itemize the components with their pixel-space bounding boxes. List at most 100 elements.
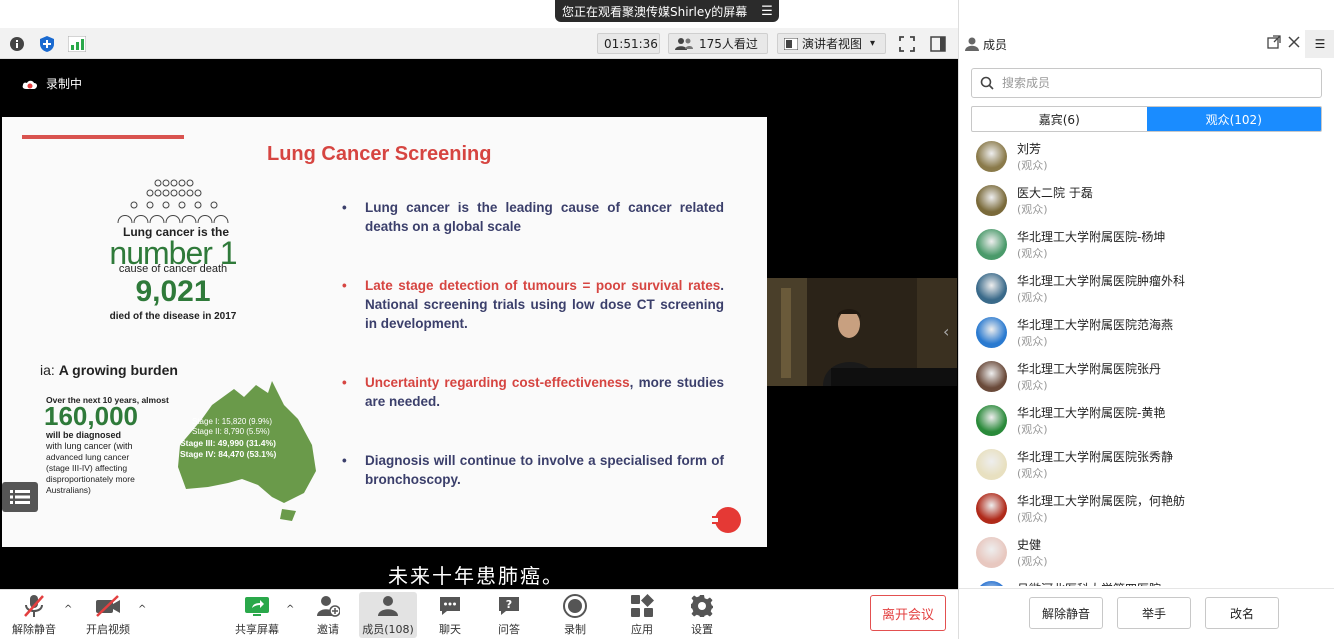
panel-header: 成员 ☰: [959, 30, 1334, 58]
invite-button[interactable]: 邀请: [300, 592, 356, 638]
list-icon[interactable]: ☰: [755, 4, 779, 19]
member-item[interactable]: 华北理工大学附属医院张丹 (观众): [959, 358, 1334, 402]
member-search[interactable]: [971, 68, 1322, 98]
start-video-label: 开启视频: [86, 623, 130, 636]
bullet-2-highlight: Late stage detection of tumours = poor s…: [365, 278, 721, 293]
leave-meeting-button[interactable]: 离开会议: [870, 595, 946, 631]
meeting-toolbar: 01:51:36 175人看过 演讲者视图 ▾: [0, 28, 958, 59]
microphone-muted-icon: [20, 592, 48, 620]
share-screen-button[interactable]: 共享屏幕: [229, 592, 285, 638]
avatar: [976, 405, 1007, 436]
info-icon[interactable]: [8, 35, 26, 53]
burden-heading: ia: A growing burden: [40, 362, 178, 378]
members-button[interactable]: 成员(108): [359, 592, 417, 638]
viewer-count-label: 175人看过: [699, 37, 758, 51]
burden-line6: Australians): [46, 485, 91, 495]
view-mode-dropdown[interactable]: 演讲者视图 ▾: [777, 33, 886, 54]
member-tabs: 嘉宾(6) 观众(102): [971, 106, 1322, 132]
question-icon: ?: [495, 592, 523, 620]
member-name: 医大二院 于磊: [1017, 186, 1093, 200]
meeting-timer: 01:51:36: [597, 33, 660, 54]
avatar: [976, 581, 1007, 586]
member-role: (观众): [1017, 423, 1048, 436]
side-menu-icon[interactable]: ☰: [1305, 30, 1334, 58]
burden-big-number: 160,000: [44, 401, 138, 431]
view-mode-label: 演讲者视图: [802, 37, 863, 51]
chat-button[interactable]: 聊天: [422, 592, 478, 638]
qa-button[interactable]: ? 问答: [481, 592, 537, 638]
sidebar-list-button[interactable]: [2, 482, 38, 512]
avatar: [976, 449, 1007, 480]
video-options-caret[interactable]: ^: [138, 604, 146, 615]
panel-header-actions: [1267, 35, 1301, 49]
speaker-video[interactable]: [767, 278, 957, 386]
panel-unmute-button[interactable]: 解除静音: [1029, 597, 1103, 629]
audio-options-caret[interactable]: ^: [64, 604, 72, 615]
member-name: 刘芳: [1017, 142, 1042, 156]
signal-icon[interactable]: [68, 35, 86, 53]
speaker-thumbnail: [767, 278, 957, 386]
cloud-record-icon: [22, 80, 38, 89]
member-name: 华北理工大学附属医院肿瘤外科: [1017, 274, 1186, 288]
settings-button[interactable]: 设置: [674, 592, 730, 638]
panel-toggle-icon[interactable]: [929, 35, 947, 53]
member-item[interactable]: 吕微河北医科大学第四医院(观众): [959, 578, 1334, 586]
panel-footer: 解除静音 举手 改名: [959, 588, 1334, 639]
member-item[interactable]: 史健 (观众): [959, 534, 1334, 578]
avatar: [976, 273, 1007, 304]
share-options-caret[interactable]: ^: [286, 604, 294, 615]
avatar: [976, 317, 1007, 348]
member-name: 华北理工大学附属医院-黄艳: [1017, 406, 1166, 420]
member-item[interactable]: 华北理工大学附属医院张秀静 (观众): [959, 446, 1334, 490]
bullet-2: • Late stage detection of tumours = poor …: [342, 278, 724, 331]
rename-button[interactable]: 改名: [1205, 597, 1279, 629]
record-button[interactable]: 录制: [547, 592, 603, 638]
svg-text:?: ?: [506, 598, 512, 611]
avatar: [976, 185, 1007, 216]
member-item[interactable]: 华北理工大学附属医院-黄艳 (观众): [959, 402, 1334, 446]
gear-icon: [688, 592, 716, 620]
burden-line1: will be diagnosed: [46, 430, 122, 440]
panel-title: 成员: [983, 38, 1008, 52]
stage-2: Stage II: 8,790 (5.5%): [192, 427, 270, 436]
close-icon[interactable]: [1287, 35, 1301, 49]
fullscreen-icon[interactable]: [898, 35, 916, 53]
stat-line2: cause of cancer death: [118, 263, 228, 275]
share-screen-icon: [243, 592, 271, 620]
member-name: 华北理工大学附属医院张丹: [1017, 362, 1162, 376]
members-panel: 成员 ☰ 嘉宾(6) 观众(102) 刘芳(观众)医大二院 于磊(观众)华北理工…: [958, 0, 1334, 639]
member-item[interactable]: 华北理工大学附属医院范海燕 (观众): [959, 314, 1334, 358]
video-off-icon: [94, 592, 122, 620]
bullet-3: • Uncertainty regarding cost-effectivenes…: [342, 375, 724, 409]
start-video-button[interactable]: 开启视频: [80, 592, 136, 638]
banner-text: 您正在观看聚澳传媒Shirley的屏幕: [562, 4, 748, 19]
member-role: (观众): [1017, 159, 1048, 172]
popout-icon[interactable]: [1267, 35, 1281, 49]
chevron-left-icon[interactable]: ‹: [943, 322, 949, 341]
speaker-view-icon: [784, 37, 798, 50]
member-item[interactable]: 华北理工大学附属医院-杨坤 (观众): [959, 226, 1334, 270]
bullet-1-text: Lung cancer is the leading cause of canc…: [365, 200, 724, 234]
stat-line3: died of the disease in 2017: [109, 311, 237, 322]
members-icon: [374, 592, 402, 620]
raise-hand-button[interactable]: 举手: [1117, 597, 1191, 629]
avatar: [976, 229, 1007, 260]
bullet-3-highlight: Uncertainty regarding cost-effectiveness: [365, 375, 630, 390]
shield-icon[interactable]: [38, 35, 56, 53]
member-item[interactable]: 华北理工大学附属医院，何艳舫 (观众): [959, 490, 1334, 534]
apps-button[interactable]: 应用: [614, 592, 670, 638]
avatar: [976, 141, 1007, 172]
tab-guests[interactable]: 嘉宾(6): [972, 107, 1147, 131]
apps-icon: [628, 592, 656, 620]
member-item[interactable]: 医大二院 于磊 (观众): [959, 182, 1334, 226]
search-input[interactable]: [1002, 76, 1302, 90]
unmute-button[interactable]: 解除静音: [6, 592, 62, 638]
member-item[interactable]: 刘芳 (观众): [959, 138, 1334, 182]
member-item[interactable]: 华北理工大学附属医院肿瘤外科 (观众): [959, 270, 1334, 314]
tab-audience[interactable]: 观众(102): [1146, 107, 1321, 131]
viewer-count[interactable]: 175人看过: [668, 33, 768, 54]
member-name: 史健: [1017, 538, 1042, 552]
screen-share-banner[interactable]: 您正在观看聚澳传媒Shirley的屏幕 ☰: [555, 0, 779, 22]
chat-label: 聊天: [439, 623, 461, 636]
member-role: (观众): [1017, 511, 1048, 524]
